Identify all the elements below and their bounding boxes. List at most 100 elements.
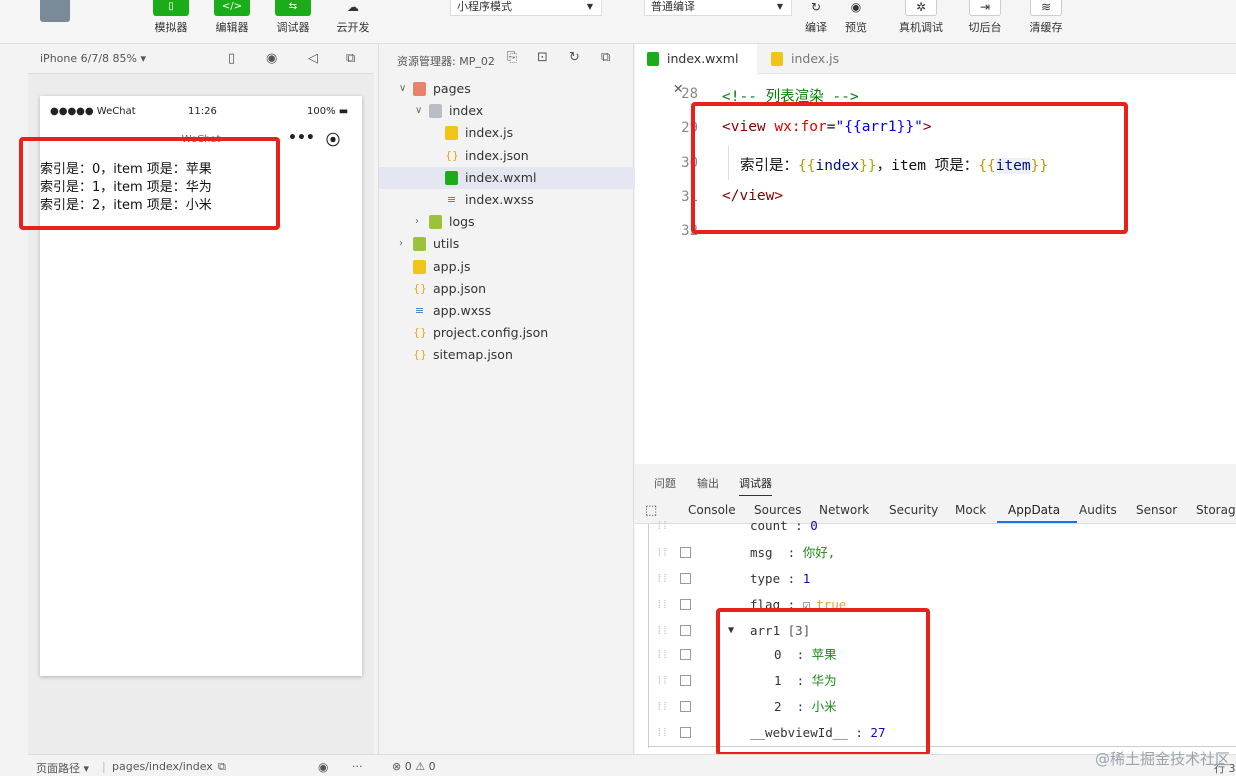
cloud-dev-label: 云开发 [336, 21, 370, 34]
cloud-dev-button[interactable]: ☁ 云开发 [328, 0, 378, 35]
tab-sources[interactable]: Sources [754, 503, 801, 517]
new-folder-icon[interactable]: ⊡ [537, 50, 548, 65]
drag-handle-icon[interactable]: ⁞⁞ [656, 592, 668, 610]
line-number: 32 [681, 223, 698, 239]
error-count[interactable]: ⊗ 0 ⚠ 0 [392, 760, 436, 773]
popout-icon[interactable]: ⧉ [346, 51, 355, 66]
appdata-row[interactable]: ⁞⁞ msg : 你好, [648, 540, 1236, 566]
tab-problems[interactable]: 问题 [654, 475, 676, 491]
status-bar: 页面路径 ▾ | pages/index/index ⧉ ◉ ··· ⊗ 0 ⚠… [28, 754, 1236, 775]
chevron-right-icon[interactable]: › [399, 233, 403, 255]
tab-index-js[interactable]: index.js [759, 44, 869, 74]
row-checkbox[interactable] [680, 573, 691, 584]
chevron-down-icon: ▼ [586, 2, 593, 11]
tree-item-index-wxml[interactable]: index.wxml [379, 166, 635, 189]
tree-item-utils[interactable]: › utils [379, 233, 635, 255]
tree-item-label: index.wxml [465, 169, 537, 185]
tree-item-index-json[interactable]: {} index.json [379, 145, 635, 167]
volume-icon[interactable]: ◁ [308, 51, 318, 66]
drag-handle-icon[interactable]: ⁞⁞ [656, 540, 668, 566]
drag-handle-icon[interactable]: ⁞⁞ [656, 694, 668, 720]
tree-item-project-config-json[interactable]: {} project.config.json [379, 322, 635, 344]
appdata-sep: : [780, 571, 803, 586]
tree-item-label: app.wxss [433, 303, 492, 318]
tab-audits[interactable]: Audits [1079, 503, 1117, 517]
chevron-right-icon[interactable]: › [415, 211, 419, 233]
tree-item-logs[interactable]: › logs [379, 211, 635, 233]
line-number: 29 [681, 120, 698, 136]
tree-item-index-js[interactable]: index.js [379, 122, 635, 144]
copy-icon[interactable]: ⧉ [218, 760, 226, 774]
more-icon[interactable]: ··· [352, 760, 363, 773]
editor-button[interactable]: </> 编辑器 [207, 0, 257, 35]
debug-icon: ⇆ [275, 0, 311, 16]
appdata-row[interactable]: ⁞⁞ type : 1 [648, 566, 1236, 592]
compile-label: 编译 [805, 21, 827, 34]
row-checkbox[interactable] [680, 701, 691, 712]
tree-item-label: index.js [465, 125, 514, 141]
drag-handle-icon[interactable]: ⁞⁞ [656, 566, 668, 592]
tree-item-app-js[interactable]: app.js [379, 256, 635, 278]
code-icon: </> [214, 0, 250, 16]
more-icon[interactable]: ••• [288, 130, 315, 146]
tree-item-sitemap-json[interactable]: {} sitemap.json [379, 344, 635, 366]
device-debug-button[interactable]: ✲ 真机调试 [894, 0, 948, 35]
refresh-icon[interactable]: ↻ [569, 50, 580, 65]
tree-item-app-wxss[interactable]: ≡ app.wxss [379, 300, 635, 322]
tab-output[interactable]: 输出 [697, 475, 719, 491]
tab-appdata[interactable]: AppData [1008, 503, 1060, 517]
clear-cache-button[interactable]: ≋ 清缓存 [1021, 0, 1071, 35]
tree-item-label: utils [433, 236, 460, 252]
row-checkbox[interactable] [680, 625, 691, 636]
tab-storage[interactable]: Storage [1196, 503, 1236, 517]
tree-item-pages[interactable]: ∨ pages [379, 78, 635, 100]
row-checkbox[interactable] [680, 649, 691, 660]
background-button[interactable]: ⇥ 切后台 [960, 0, 1010, 35]
editor-label: 编辑器 [215, 21, 249, 34]
row-checkbox[interactable] [680, 547, 691, 558]
device-select[interactable]: iPhone 6/7/8 85% ▾ [40, 52, 146, 65]
tree-item-index[interactable]: ∨ index [379, 100, 635, 122]
phone-icon[interactable]: ▯ [228, 51, 235, 66]
row-checkbox[interactable] [680, 727, 691, 738]
row-checkbox[interactable] [680, 599, 691, 610]
tab-console[interactable]: Console [688, 503, 736, 517]
js-icon [445, 126, 458, 141]
tree-item-index-wxss[interactable]: ≡ index.wxss [379, 189, 635, 211]
simulator-button[interactable]: ▯ 模拟器 [146, 0, 196, 35]
chevron-down-icon[interactable]: ∨ [399, 78, 406, 100]
drag-handle-icon[interactable]: ⁞⁞ [656, 516, 668, 534]
tab-security[interactable]: Security [889, 503, 938, 517]
preview-button[interactable]: ◉ 预览 [831, 0, 881, 35]
tree-item-label: project.config.json [433, 325, 549, 341]
close-mini-icon[interactable]: ⦿ [326, 130, 340, 150]
record-icon[interactable]: ◉ [266, 51, 277, 66]
chevron-down-icon[interactable]: ∨ [415, 100, 422, 122]
refresh-icon: ↻ [810, 0, 822, 14]
debugger-button[interactable]: ⇆ 调试器 [268, 0, 318, 35]
clear-cache-label: 清缓存 [1029, 21, 1063, 34]
page-path-label[interactable]: 页面路径 ▾ [36, 760, 89, 776]
collapse-icon[interactable]: ⧉ [601, 50, 610, 65]
drag-handle-icon[interactable]: ⁞⁞ [656, 720, 668, 746]
new-file-icon[interactable]: ⎘ [507, 50, 517, 65]
tab-index-wxml[interactable]: index.wxml ✕ [635, 44, 757, 96]
mode-select[interactable]: 小程序模式 ▼ [450, 0, 602, 16]
tab-label: index.wxml [667, 51, 739, 66]
appdata-value: 1 [802, 571, 811, 586]
tab-debugger[interactable]: 调试器 [739, 475, 772, 497]
editor-tabs: index.wxml ✕ index.js [635, 44, 1236, 96]
drag-handle-icon[interactable]: ⁞⁞ [656, 618, 668, 644]
drag-handle-icon[interactable]: ⁞⁞ [656, 668, 668, 694]
tab-sensor[interactable]: Sensor [1136, 503, 1177, 517]
drag-handle-icon[interactable]: ⁞⁞ [656, 642, 668, 668]
appdata-row[interactable]: ⁞⁞ count : 0 [648, 516, 1236, 534]
compile-select[interactable]: 普通编译 ▼ [644, 0, 792, 16]
avatar[interactable] [40, 0, 70, 22]
row-checkbox[interactable] [680, 675, 691, 686]
eye-icon: ◉ [850, 0, 862, 14]
eye-icon[interactable]: ◉ [318, 760, 328, 774]
tab-mock[interactable]: Mock [955, 503, 986, 517]
tab-network[interactable]: Network [819, 503, 869, 517]
tree-item-app-json[interactable]: {} app.json [379, 278, 635, 300]
